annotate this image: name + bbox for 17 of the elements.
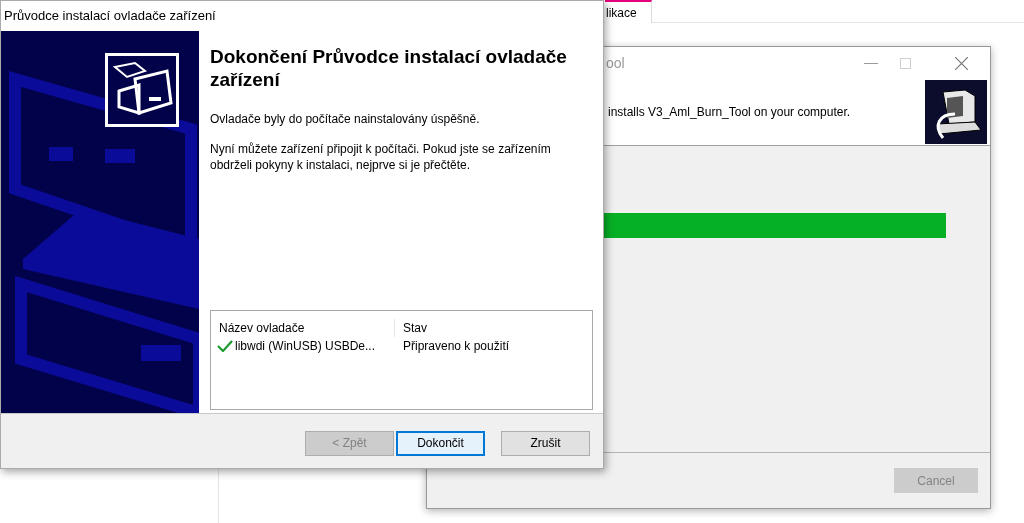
tab[interactable]: likace [605, 0, 652, 23]
finish-button[interactable]: Dokončit [396, 430, 485, 456]
message-text: Ovladače byly do počítače nainstalovány úspěšně. [210, 111, 481, 127]
close-icon[interactable] [955, 56, 968, 70]
window-title: ool [606, 53, 625, 73]
maximize-icon[interactable] [900, 57, 911, 69]
window-title: Průvodce instalací ovladače zařízení [4, 7, 216, 26]
header-text: installs V3_Aml_Burn_Tool on your computer. [608, 104, 851, 121]
table-cell-text: libwdi (WinUSB) USBDe... [235, 338, 376, 355]
table-cell-text: Připraveno k použití [403, 338, 510, 355]
cancel-button[interactable]: Zrušit [501, 430, 590, 456]
minimize-icon[interactable] [864, 62, 878, 64]
column-header[interactable]: Stav [395, 319, 592, 337]
column-header[interactable]: Název ovladače [211, 319, 395, 337]
drive-icon [105, 53, 179, 127]
message-text: Nyní můžete zařízení připojit k počítači. Pokud jste se zařízením obdrželi pokyny k instalaci, nejprve si je přečtěte. [210, 141, 552, 173]
wizard-heading: Dokončení Průvodce instalací ovladače zařízení [210, 45, 568, 91]
